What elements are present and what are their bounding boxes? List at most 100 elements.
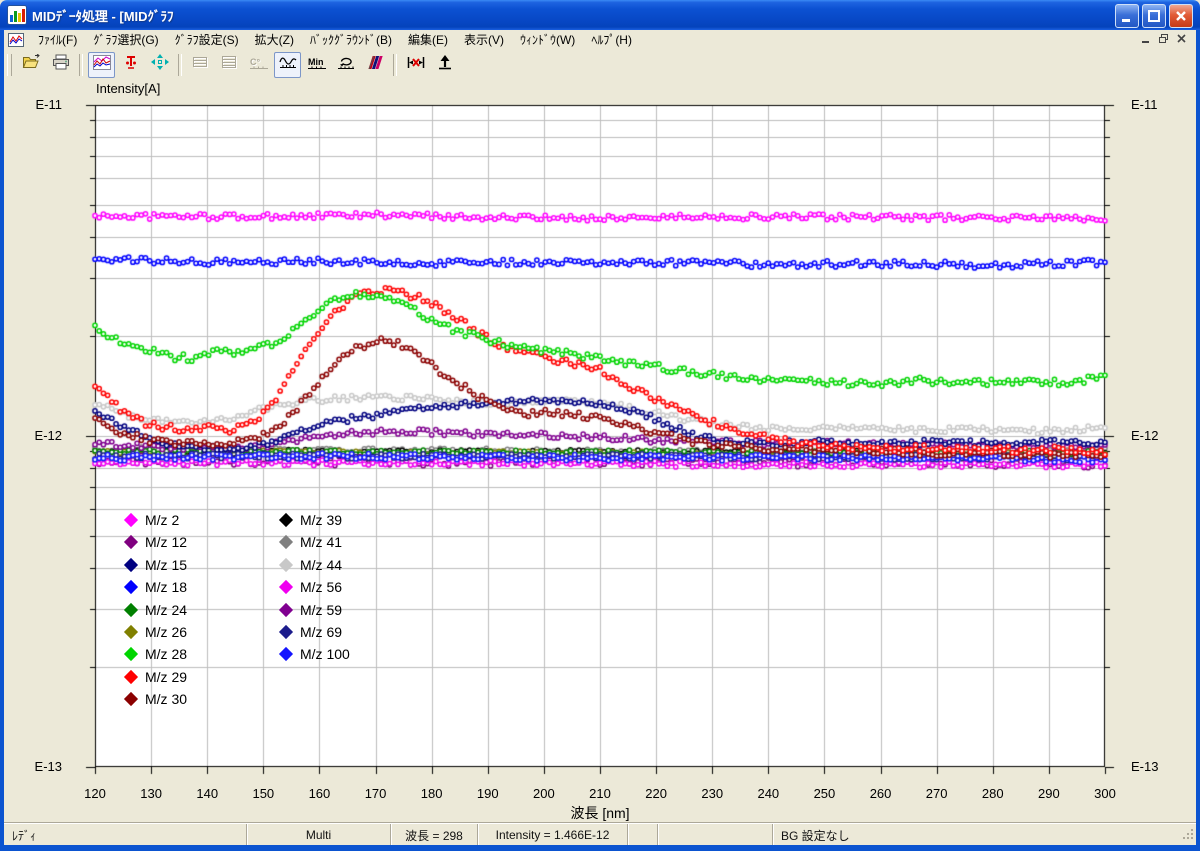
x-tick-170: 170 <box>361 786 391 801</box>
mdi-minimize-button[interactable] <box>1138 32 1154 46</box>
status-bar: ﾚﾃﾞｨMulti波長 = 298Intensity = 1.466E-12BG… <box>4 823 1196 846</box>
toolbar-grip[interactable] <box>7 54 12 76</box>
window-border-bottom <box>0 845 1200 851</box>
x-tick-150: 150 <box>248 786 278 801</box>
up-arrow-icon <box>436 55 454 75</box>
legend-item-m-z-18: M/z 18 <box>126 577 187 597</box>
legend-label: M/z 56 <box>300 579 342 595</box>
menu-bar: ﾌｧｲﾙ(F)ｸﾞﾗﾌ選択(G)ｸﾞﾗﾌ設定(S)拡大(Z)ﾊﾞｯｸｸﾞﾗｳﾝﾄ… <box>4 30 1196 50</box>
legend-diamond-icon <box>124 692 138 706</box>
open-file-button[interactable] <box>18 52 45 78</box>
title-bar: MIDﾃﾞｰﾀ処理 - [MIDｸﾞﾗﾌ <box>0 0 1200 30</box>
status-background: BG 設定なし <box>772 824 1196 846</box>
menu-item-3[interactable]: ｸﾞﾗﾌ設定(S) <box>167 29 247 50</box>
k-x-icon <box>407 55 425 75</box>
legend-label: M/z 18 <box>145 579 187 595</box>
menu-item-6[interactable]: 編集(E) <box>400 29 456 50</box>
menu-item-7[interactable]: 表示(V) <box>456 29 512 50</box>
legend-diamond-icon <box>279 535 293 549</box>
export-up-button[interactable] <box>431 52 458 78</box>
legend-label: M/z 28 <box>145 646 187 662</box>
legend-item-m-z-100: M/z 100 <box>281 644 350 664</box>
status-intensity: Intensity = 1.466E-12 <box>477 824 627 846</box>
toolbar-separator <box>393 54 397 76</box>
legend-item-m-z-59: M/z 59 <box>281 600 342 620</box>
grid-a-icon <box>192 55 210 75</box>
menu-item-1[interactable]: ﾌｧｲﾙ(F) <box>30 29 85 50</box>
y-tick-right-E-12: E-12 <box>1131 428 1175 443</box>
status-ready: ﾚﾃﾞｨ <box>4 824 246 846</box>
x-tick-260: 260 <box>866 786 896 801</box>
legend-label: M/z 39 <box>300 512 342 528</box>
legend-label: M/z 2 <box>145 512 179 528</box>
x-tick-180: 180 <box>417 786 447 801</box>
x-tick-250: 250 <box>809 786 839 801</box>
grid-scale-b-button <box>216 52 243 78</box>
min-scale-button[interactable]: Min <box>303 52 330 78</box>
filter-icon <box>366 55 384 75</box>
legend-diamond-icon <box>279 647 293 661</box>
x-tick-120: 120 <box>80 786 110 801</box>
grid-b-icon <box>221 55 239 75</box>
maximize-button[interactable] <box>1142 4 1166 28</box>
app-window: MIDﾃﾞｰﾀ処理 - [MIDｸﾞﾗﾌ ﾌｧｲﾙ(F)ｸﾞﾗﾌ選択(G)ｸﾞﾗ… <box>0 0 1200 851</box>
toolbar: C°C° Min <box>4 49 1196 81</box>
thermometer-tool-button[interactable] <box>117 52 144 78</box>
legend-label: M/z 24 <box>145 602 187 618</box>
filter-graph-button[interactable] <box>361 52 388 78</box>
graph-display-button[interactable] <box>88 52 115 78</box>
svg-text:C°: C° <box>250 57 260 67</box>
min-scale-icon: Min <box>307 55 327 75</box>
legend-item-m-z-56: M/z 56 <box>281 577 342 597</box>
x-tick-140: 140 <box>192 786 222 801</box>
refresh-cycle-button[interactable] <box>332 52 359 78</box>
legend-label: M/z 59 <box>300 602 342 618</box>
menu-items: ﾌｧｲﾙ(F)ｸﾞﾗﾌ選択(G)ｸﾞﾗﾌ設定(S)拡大(Z)ﾊﾞｯｸｸﾞﾗｳﾝﾄ… <box>30 29 640 50</box>
menu-item-4[interactable]: 拡大(Z) <box>247 29 302 50</box>
legend-diamond-icon <box>124 580 138 594</box>
wave-display-button[interactable] <box>274 52 301 78</box>
legend-diamond-icon <box>279 625 293 639</box>
print-button[interactable] <box>47 52 74 78</box>
legend-diamond-icon <box>279 580 293 594</box>
x-tick-200: 200 <box>529 786 559 801</box>
legend-label: M/z 30 <box>145 691 187 707</box>
x-tick-280: 280 <box>978 786 1008 801</box>
mdi-close-button[interactable] <box>1174 32 1190 46</box>
y-tick-right-E-13: E-13 <box>1131 759 1175 774</box>
menu-item-9[interactable]: ﾍﾙﾌﾟ(H) <box>583 29 640 50</box>
x-tick-270: 270 <box>922 786 952 801</box>
legend-diamond-icon <box>279 513 293 527</box>
legend-label: M/z 41 <box>300 534 342 550</box>
y-tick-right-E-11: E-11 <box>1131 97 1175 112</box>
resize-grip[interactable] <box>1181 827 1195 844</box>
legend-item-m-z-29: M/z 29 <box>126 667 187 687</box>
legend-diamond-icon <box>124 558 138 572</box>
celsius-scale-button: C°C° <box>245 52 272 78</box>
chart-canvas[interactable] <box>4 80 1196 823</box>
menu-item-5[interactable]: ﾊﾞｯｸｸﾞﾗｳﾝﾄﾞ(B) <box>302 29 400 50</box>
minimize-button[interactable] <box>1115 4 1139 28</box>
legend-item-m-z-24: M/z 24 <box>126 600 187 620</box>
mid-graph-window-icon[interactable] <box>8 32 24 48</box>
x-tick-160: 160 <box>304 786 334 801</box>
mdi-restore-button[interactable] <box>1156 32 1172 46</box>
toolbar-separator <box>79 54 83 76</box>
menu-item-8[interactable]: ｳｨﾝﾄﾞｳ(W) <box>512 29 583 50</box>
grid-scale-a-button <box>187 52 214 78</box>
legend-item-m-z-2: M/z 2 <box>126 510 179 530</box>
fit-to-window-button[interactable] <box>146 52 173 78</box>
svg-text:Min: Min <box>308 57 324 67</box>
loop-icon <box>337 55 355 75</box>
menu-item-2[interactable]: ｸﾞﾗﾌ選択(G) <box>85 29 166 50</box>
x-tick-300: 300 <box>1090 786 1120 801</box>
legend-label: M/z 15 <box>145 557 187 573</box>
clear-x-range-button[interactable] <box>402 52 429 78</box>
legend-item-m-z-44: M/z 44 <box>281 555 342 575</box>
x-tick-190: 190 <box>473 786 503 801</box>
legend-item-m-z-28: M/z 28 <box>126 644 187 664</box>
close-button[interactable] <box>1169 4 1193 28</box>
toolbar-buttons: C°C° Min <box>17 52 459 78</box>
window-border-left <box>0 30 4 845</box>
legend-diamond-icon <box>124 625 138 639</box>
